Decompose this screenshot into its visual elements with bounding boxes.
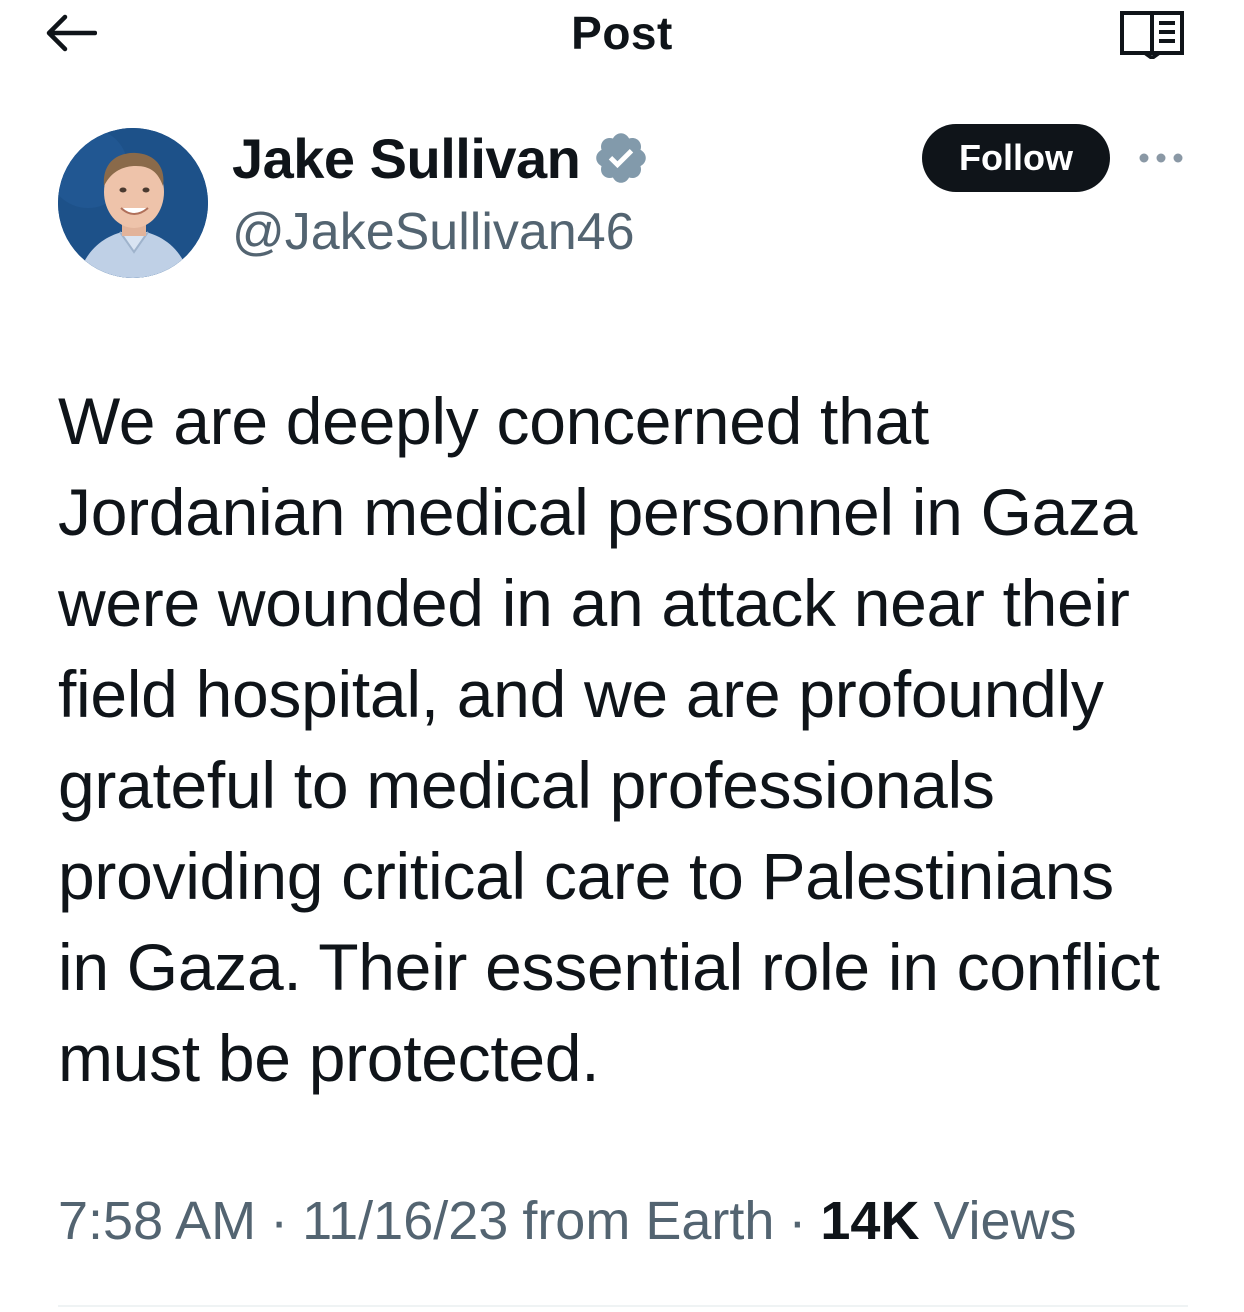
avatar[interactable]	[58, 128, 208, 278]
author-name: Jake Sullivan	[232, 126, 581, 190]
meta-separator: ·	[270, 1191, 289, 1251]
views-label[interactable]: Views	[933, 1190, 1076, 1252]
post-time[interactable]: 7:58 AM	[58, 1190, 256, 1252]
divider	[58, 1305, 1188, 1307]
views-count[interactable]: 14K	[820, 1190, 919, 1252]
post-text-line: grateful to medical professionals	[58, 748, 995, 822]
post-text-line: in Gaza. Their essential role in conflic…	[58, 930, 1160, 1004]
reader-mode-button[interactable]	[1116, 6, 1188, 62]
verified-badge-icon	[592, 129, 650, 187]
profile-photo	[58, 128, 208, 278]
post-date[interactable]: 11/16/23	[302, 1190, 508, 1252]
post-text-line: providing critical care to Palestinians	[58, 839, 1114, 913]
post-text-line: We are deeply concerned that	[58, 384, 929, 458]
top-bar: Post	[0, 0, 1244, 80]
author-handle[interactable]: @JakeSullivan46	[232, 202, 635, 262]
meta-separator: ·	[788, 1191, 807, 1251]
more-options-button[interactable]	[1136, 140, 1186, 176]
post-text-line: Jordanian medical personnel in Gaza	[58, 475, 1138, 549]
post-text: We are deeply concerned that Jordanian m…	[58, 376, 1218, 1104]
post-source: from Earth	[522, 1191, 775, 1251]
more-dots-icon	[1139, 153, 1183, 163]
post-meta: 7:58 AM · 11/16/23 from Earth · 14K View…	[58, 1190, 1077, 1252]
follow-button[interactable]: Follow	[922, 124, 1110, 192]
post-text-line: must be protected.	[58, 1021, 600, 1095]
post-text-line: were wounded in an attack near their	[58, 566, 1130, 640]
author-name-row[interactable]: Jake Sullivan	[232, 120, 650, 196]
page-title: Post	[571, 7, 673, 59]
open-book-icon	[1120, 11, 1184, 59]
post-text-line: field hospital, and we are profoundly	[58, 657, 1104, 731]
